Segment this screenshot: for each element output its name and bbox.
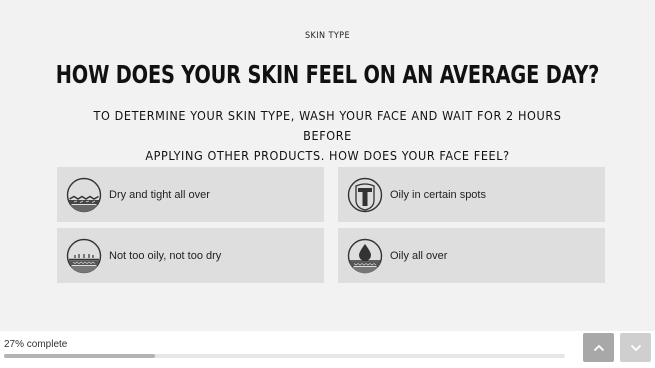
normal-skin-icon bbox=[66, 238, 102, 273]
next-question-button[interactable] bbox=[620, 333, 651, 362]
progress-footer: 27% complete bbox=[0, 331, 655, 368]
option-dry-and-tight[interactable]: Dry and tight all over bbox=[57, 167, 324, 222]
question-heading: HOW DOES YOUR SKIN FEEL ON AN AVERAGE DA… bbox=[55, 60, 600, 89]
option-normal[interactable]: Not too oily, not too dry bbox=[57, 228, 324, 283]
option-label: Dry and tight all over bbox=[109, 188, 210, 201]
progress-bar bbox=[4, 354, 565, 358]
instructions-line-2: APPLYING OTHER PRODUCTS. HOW DOES YOUR F… bbox=[145, 148, 510, 163]
option-label: Oily all over bbox=[390, 249, 448, 262]
previous-question-button[interactable] bbox=[583, 333, 614, 362]
chevron-up-icon bbox=[593, 344, 604, 351]
option-oily-all-over[interactable]: Oily all over bbox=[338, 228, 605, 283]
option-oily-in-spots[interactable]: Oily in certain spots bbox=[338, 167, 605, 222]
progress-text: 27% complete bbox=[4, 339, 68, 350]
section-label: SKIN TYPE bbox=[305, 31, 350, 41]
progress-fill bbox=[4, 354, 156, 358]
chevron-down-icon bbox=[630, 344, 641, 351]
dry-skin-icon bbox=[66, 177, 102, 212]
t-zone-icon bbox=[347, 177, 383, 212]
oil-drop-icon bbox=[347, 238, 383, 273]
instructions: TO DETERMINE YOUR SKIN TYPE, WASH YOUR F… bbox=[80, 106, 575, 166]
option-label: Oily in certain spots bbox=[390, 188, 486, 201]
option-label: Not too oily, not too dry bbox=[109, 249, 222, 262]
instructions-line-1: TO DETERMINE YOUR SKIN TYPE, WASH YOUR F… bbox=[93, 108, 562, 143]
